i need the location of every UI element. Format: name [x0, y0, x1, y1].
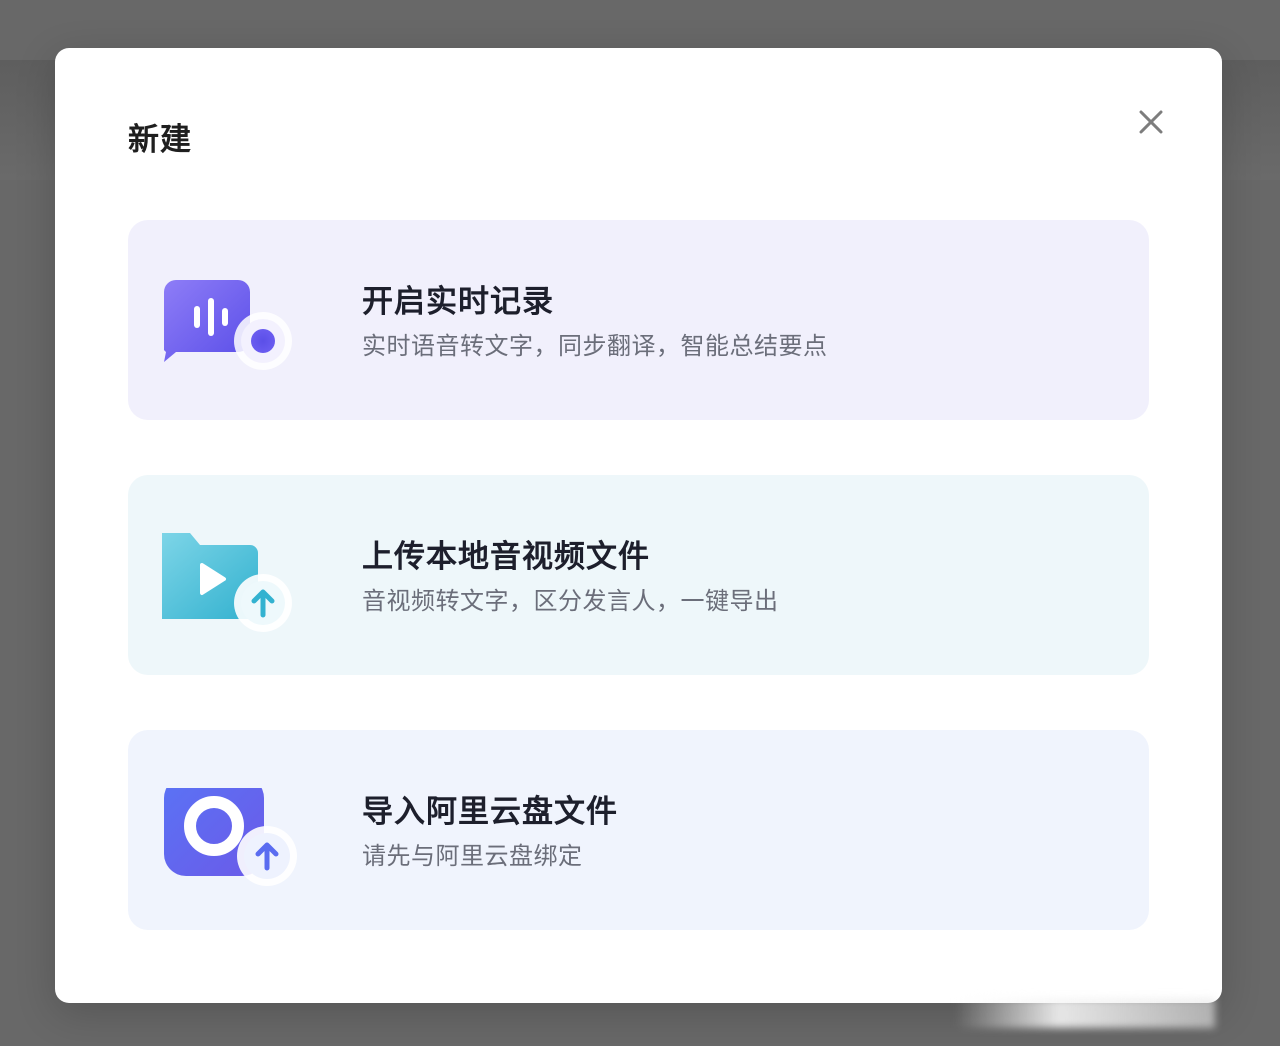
option-title: 导入阿里云盘文件 [362, 794, 618, 830]
close-icon [1139, 110, 1163, 134]
close-button[interactable] [1129, 100, 1173, 144]
video-folder-upload-icon [162, 533, 292, 632]
option-description: 请先与阿里云盘绑定 [362, 842, 583, 870]
option-title: 开启实时记录 [362, 284, 554, 320]
dialog-title: 新建 [128, 122, 192, 158]
aliyun-drive-upload-icon [164, 788, 297, 886]
option-live-record[interactable]: 开启实时记录 实时语音转文字，同步翻译，智能总结要点 [128, 220, 1149, 420]
new-dialog: 新建 开启实时记录 实时语音转文字，同步翻译，智能总结要点 上传本地音视频文件 … [55, 48, 1222, 1003]
option-import-aliyun[interactable]: 导入阿里云盘文件 请先与阿里云盘绑定 [128, 730, 1149, 930]
backdrop-glow [955, 998, 1215, 1028]
option-upload-local[interactable]: 上传本地音视频文件 音视频转文字，区分发言人，一键导出 [128, 475, 1149, 675]
option-title: 上传本地音视频文件 [362, 539, 650, 575]
option-description: 实时语音转文字，同步翻译，智能总结要点 [362, 332, 828, 360]
microphone-bubble-icon [164, 280, 292, 370]
option-description: 音视频转文字，区分发言人，一键导出 [362, 587, 779, 615]
